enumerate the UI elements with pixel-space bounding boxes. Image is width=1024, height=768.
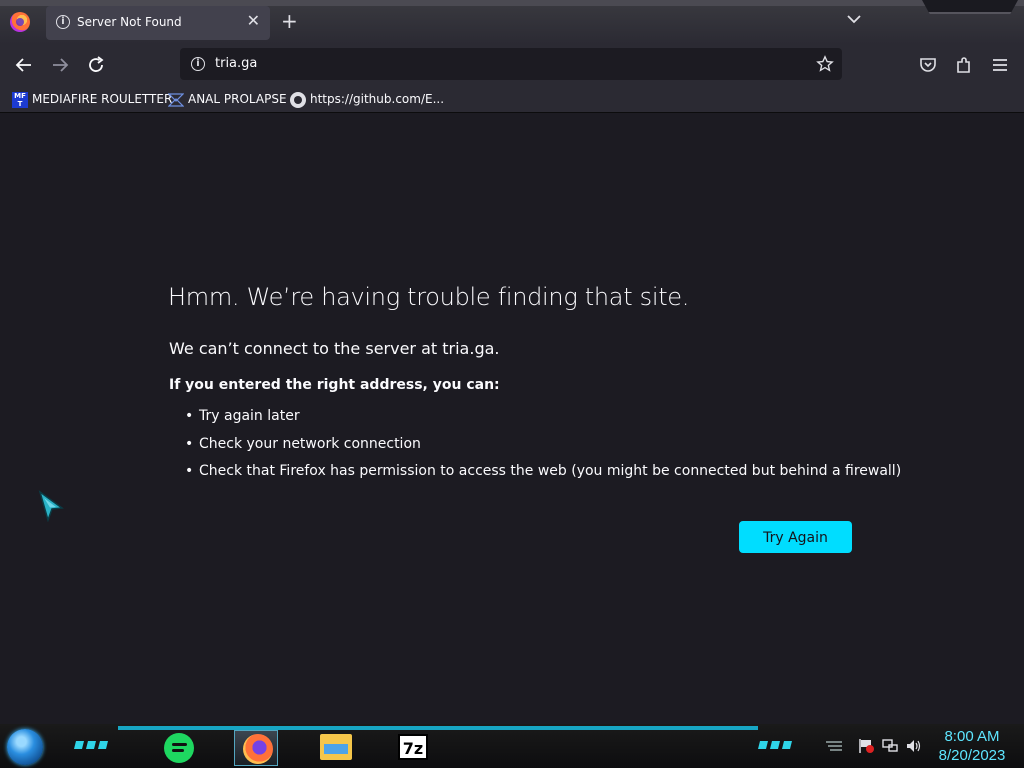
- bookmark-folder[interactable]: ANAL PROLAPSE: [168, 90, 287, 108]
- taskbar-chevron-decoration-icon: [758, 741, 792, 749]
- file-explorer-icon: [320, 734, 352, 760]
- taskbar-file-explorer[interactable]: [314, 730, 358, 766]
- github-icon: [290, 91, 306, 108]
- bookmark-github[interactable]: https://github.com/E...: [290, 90, 444, 108]
- tab-server-not-found[interactable]: i Server Not Found ✕: [46, 6, 270, 40]
- mouse-cursor-icon: [38, 490, 64, 522]
- volume-icon[interactable]: [905, 738, 921, 754]
- bookmark-label: ANAL PROLAPSE: [188, 92, 287, 106]
- back-arrow-icon[interactable]: [14, 55, 34, 75]
- taskbar-chevron-decoration-icon: [74, 741, 108, 749]
- start-button[interactable]: [7, 729, 43, 765]
- taskbar: 7z 8:00 AM 8/20/2023: [0, 724, 1024, 768]
- error-title: Hmm. We’re having trouble finding that s…: [168, 283, 690, 311]
- pocket-icon[interactable]: [918, 55, 938, 75]
- suggestion-item: Check your network connection: [185, 431, 901, 459]
- hamburger-menu-icon[interactable]: [990, 55, 1010, 75]
- bookmarks-toolbar: MF T MEDIAFIRE ROULETTER ANAL PROLAPSE htt…: [0, 86, 1024, 113]
- window-frame-decoration: [922, 0, 1018, 14]
- reload-icon[interactable]: [86, 55, 106, 75]
- clock-time: 8:00 AM: [944, 728, 1000, 745]
- taskbar-accent-strip: [118, 726, 758, 730]
- 7zip-icon: 7z: [398, 734, 428, 760]
- suggestion-list: Try again later Check your network conne…: [185, 403, 901, 486]
- list-all-tabs-chevron-icon[interactable]: [846, 11, 862, 27]
- tab-title: Server Not Found: [77, 15, 182, 29]
- action-center-flag-icon[interactable]: [858, 738, 874, 754]
- bookmark-mediafire[interactable]: MF T MEDIAFIRE ROULETTER: [12, 90, 172, 108]
- taskbar-spotify[interactable]: [158, 730, 202, 766]
- bookmark-star-icon[interactable]: [816, 55, 834, 73]
- site-info-icon[interactable]: i: [191, 57, 205, 71]
- error-subtitle: We can’t connect to the server at tria.g…: [169, 339, 500, 358]
- bookmark-label: https://github.com/E...: [310, 92, 445, 106]
- spotify-icon: [164, 733, 194, 763]
- bookmark-label: MEDIAFIRE ROULETTER: [32, 92, 173, 106]
- url-bar[interactable]: i tria.ga: [180, 48, 842, 80]
- page-content: Hmm. We’re having trouble finding that s…: [0, 113, 1024, 724]
- taskbar-firefox[interactable]: [234, 730, 278, 766]
- firefox-menu-icon[interactable]: [10, 12, 30, 32]
- url-text[interactable]: tria.ga: [215, 56, 257, 71]
- close-tab-icon[interactable]: ✕: [247, 11, 260, 30]
- bookmark-folder-icon: [168, 92, 184, 107]
- clock-date: 8/20/2023: [938, 747, 1006, 764]
- forward-arrow-icon[interactable]: [50, 55, 70, 75]
- taskbar-7zip[interactable]: 7z: [392, 730, 436, 766]
- firefox-icon: [243, 734, 273, 764]
- taskbar-clock[interactable]: 8:00 AM 8/20/2023: [932, 727, 1012, 765]
- suggestion-item: Try again later: [185, 403, 901, 431]
- navigation-toolbar: i tria.ga: [0, 44, 1024, 86]
- new-tab-button[interactable]: +: [281, 9, 298, 33]
- try-again-button[interactable]: Try Again: [739, 521, 852, 553]
- network-icon[interactable]: [882, 738, 898, 754]
- suggestion-item: Check that Firefox has permission to acc…: [185, 458, 901, 486]
- show-hidden-icons-icon[interactable]: [824, 740, 844, 754]
- info-icon: i: [56, 15, 70, 29]
- tab-strip: i Server Not Found ✕ +: [0, 0, 1024, 44]
- extensions-puzzle-icon[interactable]: [954, 55, 974, 75]
- error-lead: If you entered the right address, you ca…: [169, 377, 500, 393]
- mediafire-icon: MF T: [12, 91, 28, 108]
